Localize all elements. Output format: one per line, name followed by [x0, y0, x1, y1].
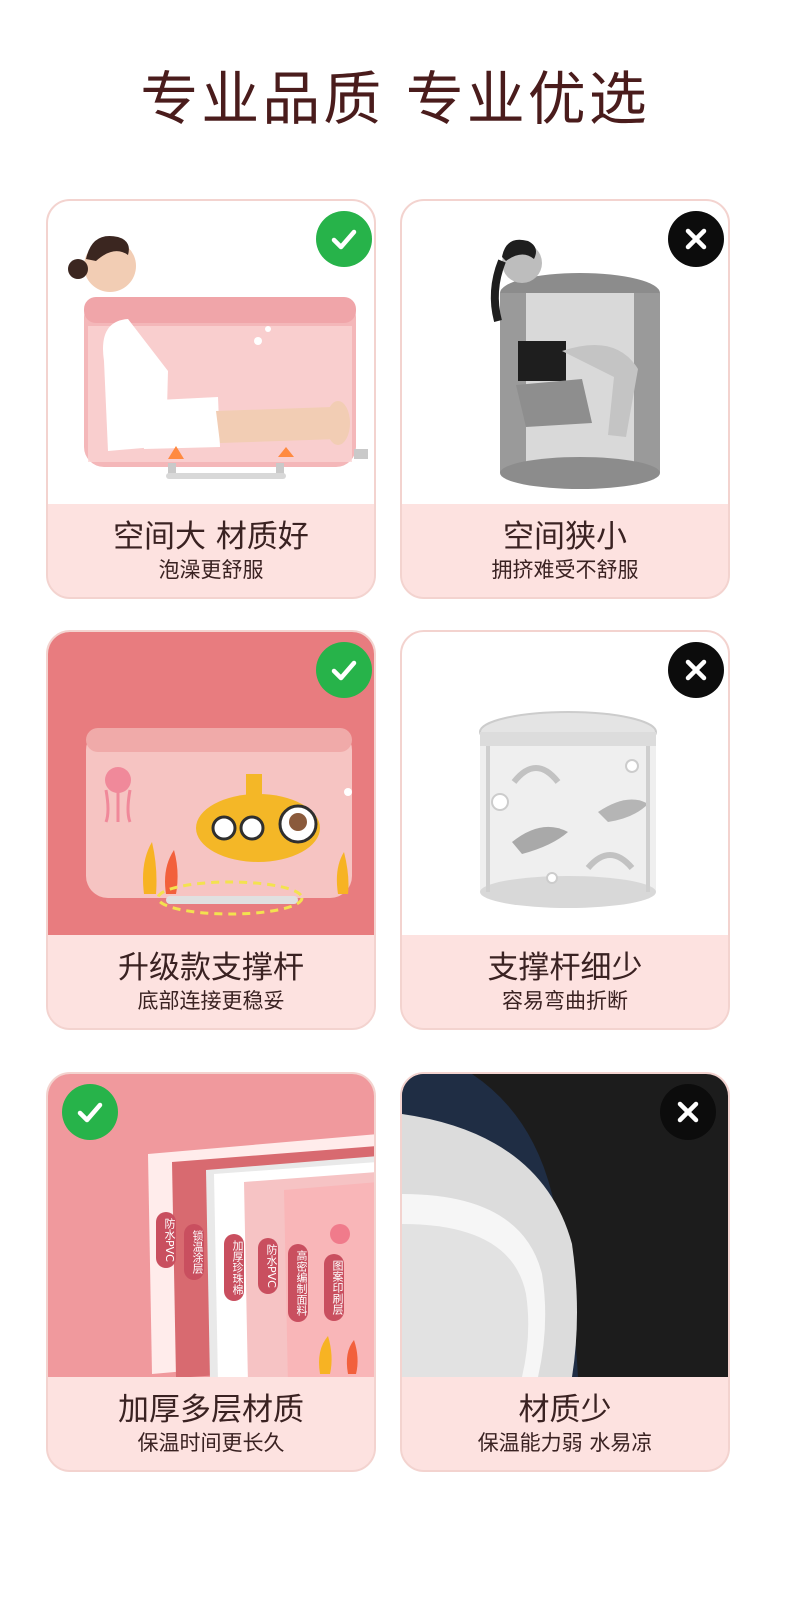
card-subtitle: 泡澡更舒服 [158, 558, 264, 582]
layer-label: 防水PVC [156, 1212, 176, 1268]
card-title: 加厚多层材质 [118, 1392, 304, 1428]
card-subtitle: 底部连接更稳妥 [137, 989, 285, 1013]
cross-badge [660, 1084, 716, 1140]
card-title: 支撑杆细少 [487, 950, 643, 986]
cross-icon [685, 659, 707, 681]
card-title: 空间大 材质好 [113, 519, 309, 555]
card-caption: 加厚多层材质 保温时间更长久 [48, 1377, 374, 1470]
comparison-card-thin-rods: 支撑杆细少 容易弯曲折断 [400, 630, 730, 1030]
card-title: 空间狭小 [503, 519, 627, 555]
check-badge [316, 642, 372, 698]
cross-badge [668, 642, 724, 698]
comparison-card-upgraded-rods: 升级款支撑杆 底部连接更稳妥 [46, 630, 376, 1030]
card-subtitle: 保温时间更长久 [137, 1431, 285, 1455]
layer-label: 图案印刷层 [324, 1254, 344, 1321]
check-badge [316, 211, 372, 267]
card-caption: 升级款支撑杆 底部连接更稳妥 [48, 935, 374, 1028]
comparison-card-multilayer: 防水PVC 锁温涂层 加厚珍珠棉 防水PVC 高密编制面料 图案印刷层 加厚多层… [46, 1072, 376, 1472]
check-badge [62, 1084, 118, 1140]
card-title: 材质少 [518, 1392, 612, 1428]
layer-label: 防水PVC [258, 1238, 278, 1294]
card-subtitle: 容易弯曲折断 [502, 989, 628, 1013]
cross-icon [677, 1101, 699, 1123]
cross-badge [668, 211, 724, 267]
card-caption: 空间大 材质好 泡澡更舒服 [48, 504, 374, 597]
comparison-card-cramped: 空间狭小 拥挤难受不舒服 [400, 199, 730, 599]
card-title: 升级款支撑杆 [118, 950, 304, 986]
card-caption: 材质少 保温能力弱 水易凉 [402, 1377, 728, 1470]
card-subtitle: 拥挤难受不舒服 [491, 558, 639, 582]
layer-label: 高密编制面料 [288, 1244, 308, 1322]
card-caption: 支撑杆细少 容易弯曲折断 [402, 935, 728, 1028]
check-icon [331, 660, 357, 681]
page-title: 专业品质 专业优选 [140, 65, 650, 133]
cross-icon [685, 228, 707, 250]
check-icon [331, 229, 357, 250]
check-icon [77, 1102, 103, 1123]
card-subtitle: 保温能力弱 水易凉 [477, 1431, 653, 1455]
card-caption: 空间狭小 拥挤难受不舒服 [402, 504, 728, 597]
comparison-card-thin-material: 材质少 保温能力弱 水易凉 [400, 1072, 730, 1472]
layer-label: 锁温涂层 [184, 1224, 204, 1280]
comparison-card-spacious: 空间大 材质好 泡澡更舒服 [46, 199, 376, 599]
layer-label: 加厚珍珠棉 [224, 1234, 244, 1301]
